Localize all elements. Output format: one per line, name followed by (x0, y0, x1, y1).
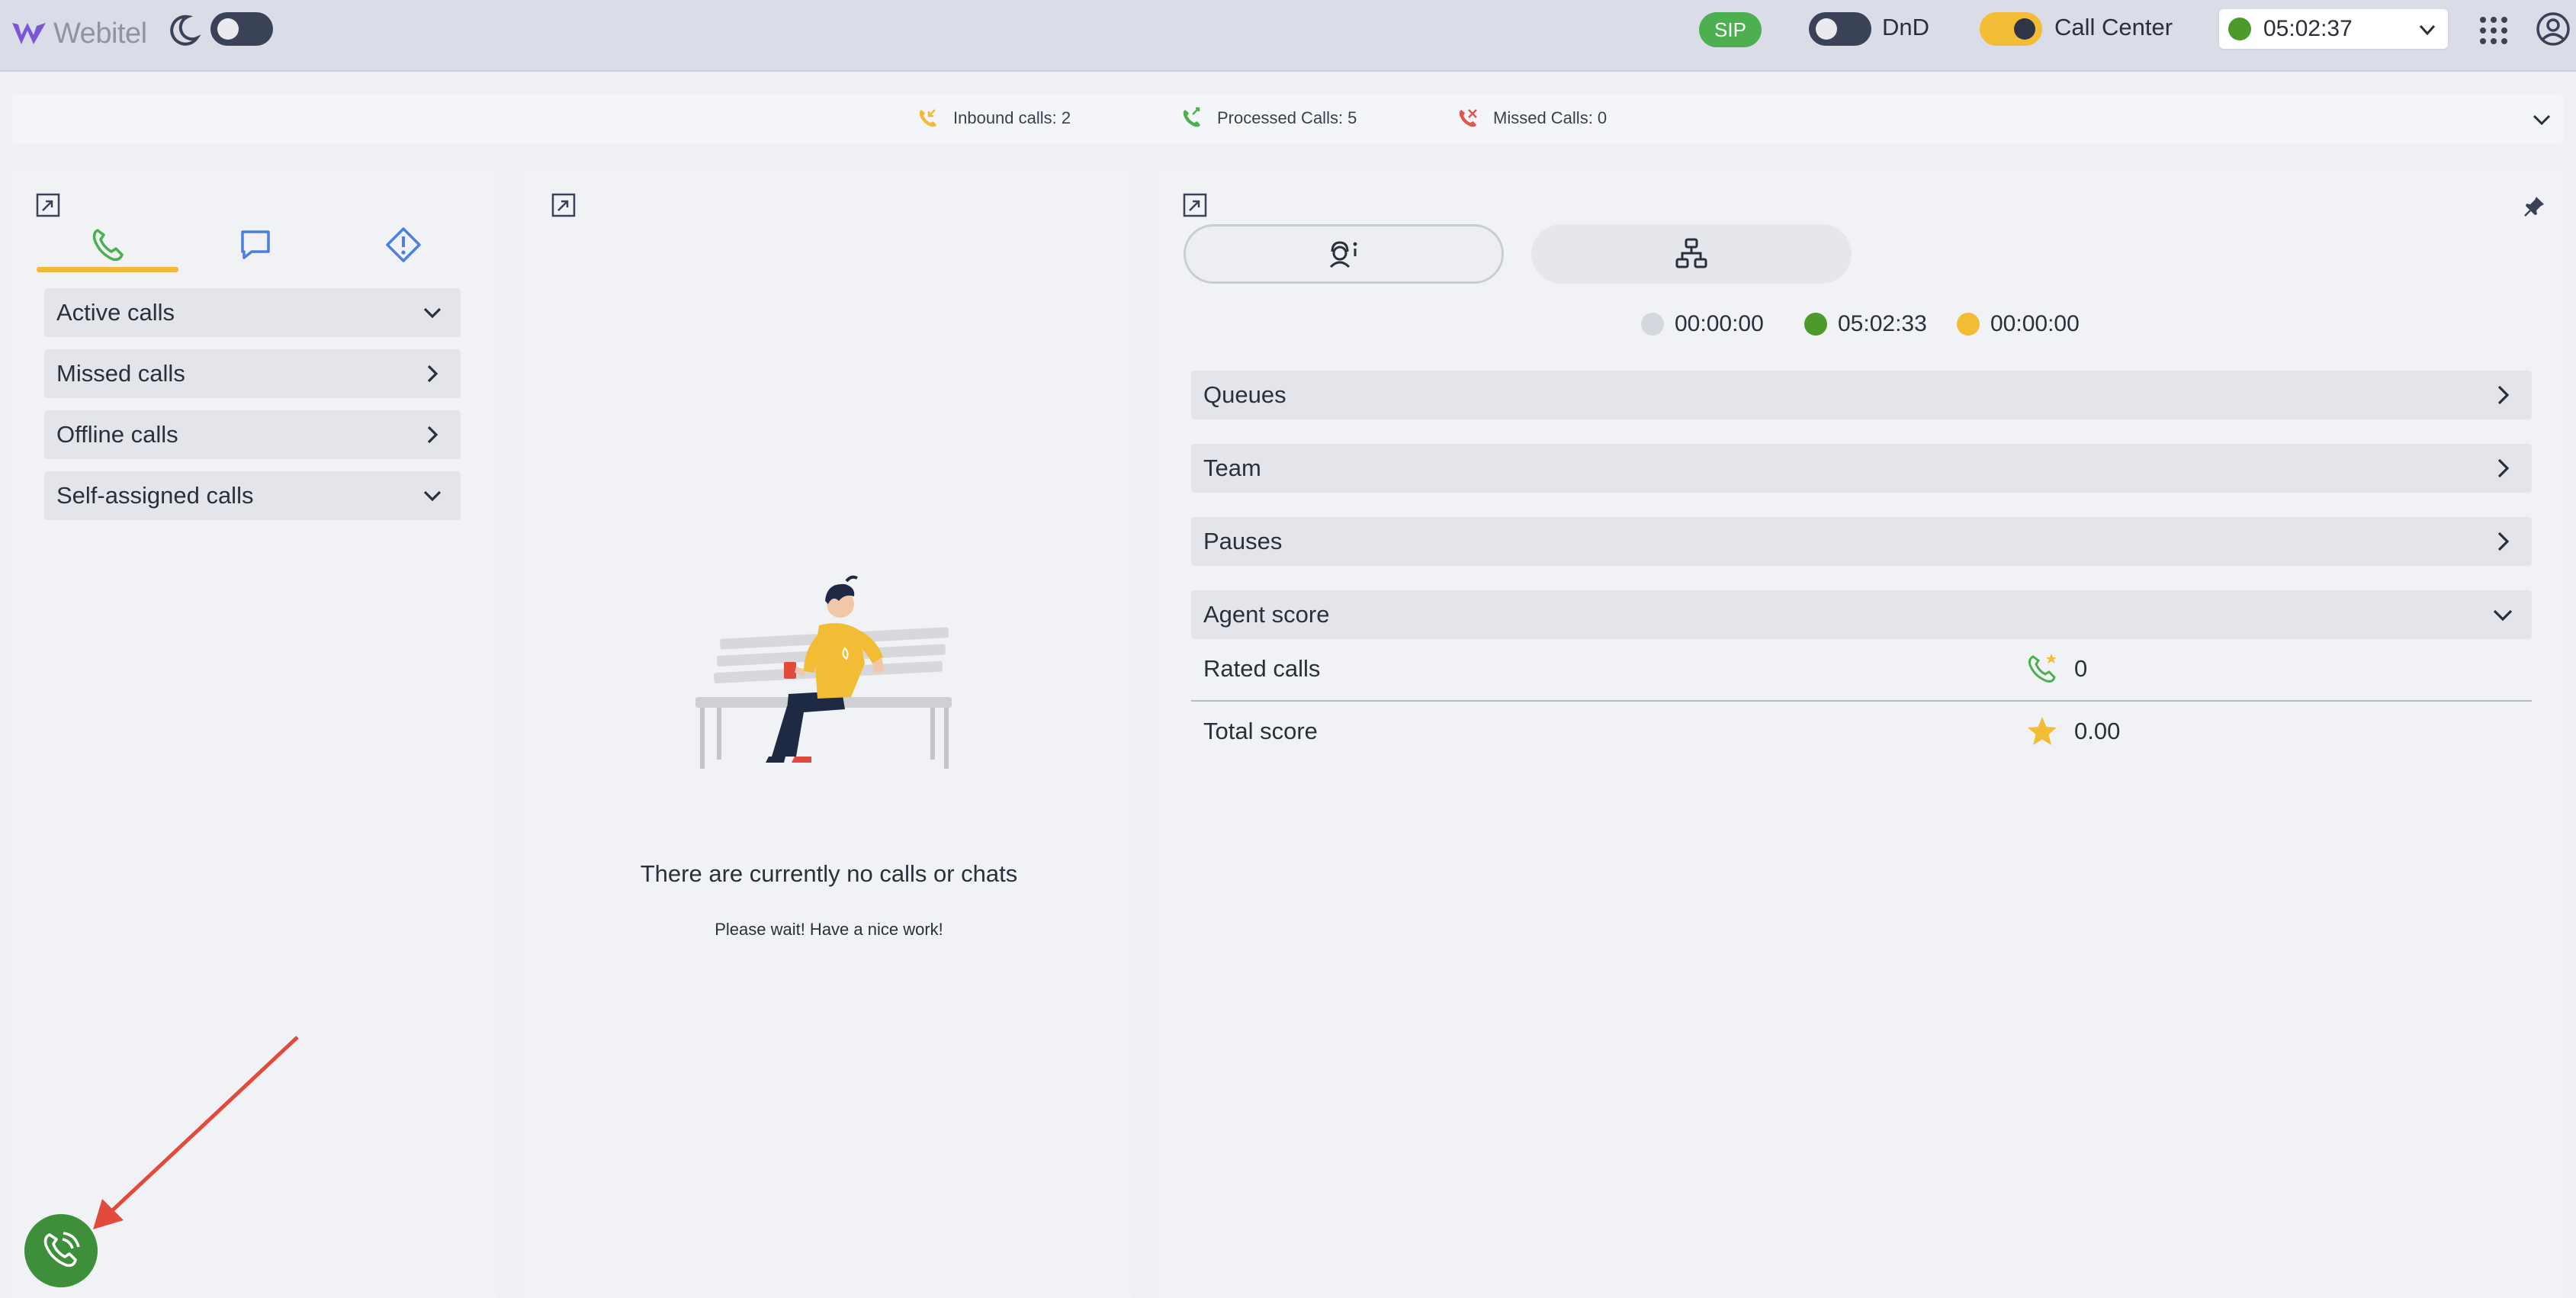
phone-call-icon (43, 1232, 80, 1267)
webitel-logo-icon (12, 23, 46, 44)
chevron-down-icon (2493, 609, 2513, 622)
processed-call-icon (1183, 107, 1200, 127)
hierarchy-icon (1675, 238, 1707, 268)
timer-dot (1804, 313, 1827, 336)
total-score-value: 0.00 (2074, 718, 2121, 744)
offline-calls-item[interactable]: Offline calls (44, 410, 461, 459)
rated-call-icon (2028, 654, 2057, 683)
tab-alerts[interactable] (332, 218, 474, 281)
agent-info-panel: 00:00:00 05:02:33 00:00:00 Queues Team P… (1159, 169, 2564, 1298)
chevron-right-icon (427, 426, 438, 444)
active-calls-item[interactable]: Active calls (44, 288, 461, 337)
missed-calls-text: Missed Calls: 0 (1493, 108, 1608, 127)
inbound-calls-text: Inbound calls: 2 (953, 108, 1071, 127)
rated-calls-row: Rated calls 0 (1191, 639, 2532, 699)
processed-calls-stat: Processed Calls: 5 (1180, 107, 1357, 130)
chevron-down-icon (423, 307, 442, 319)
queue-structure-tab[interactable] (1531, 224, 1852, 284)
item-label: Missed calls (56, 360, 185, 387)
chevron-right-icon (427, 365, 438, 383)
call-stats-bar: Inbound calls: 2 Processed Calls: 5 Miss… (12, 95, 2564, 143)
chevron-right-icon (2497, 532, 2510, 551)
chat-icon (241, 230, 270, 259)
phone-icon (92, 229, 124, 262)
section-label: Team (1203, 455, 1261, 481)
rated-calls-value-group: 0 (2025, 652, 2087, 686)
agent-info-tab[interactable] (1184, 224, 1504, 284)
empty-state-illustration (695, 575, 952, 769)
collapse-panel-icon[interactable] (35, 192, 61, 218)
timer-dot (1641, 313, 1664, 336)
item-label: Self-assigned calls (56, 482, 254, 509)
team-section[interactable]: Team (1191, 444, 2532, 493)
total-score-row: Total score 0.00 (1191, 702, 2532, 761)
top-bar: Webitel SIP DnD Call Center 05:02:37 (0, 0, 2576, 72)
online-timer: 05:02:33 (1804, 311, 1927, 337)
pause-timer: 00:00:00 (1957, 311, 2080, 337)
inbound-calls-stat: Inbound calls: 2 (917, 107, 1071, 130)
chevron-right-icon (2497, 385, 2510, 405)
chevron-right-icon (2497, 458, 2510, 478)
sip-badge: SIP (1699, 12, 1762, 47)
agent-info-icon (1329, 241, 1357, 268)
active-tab-indicator (37, 267, 178, 272)
alert-icon (386, 227, 421, 262)
chevron-down-icon[interactable] (2530, 108, 2553, 131)
new-call-button[interactable] (24, 1214, 98, 1287)
rated-calls-label: Rated calls (1203, 655, 1321, 682)
call-center-toggle[interactable] (1980, 12, 2042, 46)
apps-grid-icon[interactable] (2478, 15, 2509, 46)
empty-state-subtitle: Please wait! Have a nice work! (715, 920, 943, 939)
status-dot (2228, 18, 2251, 40)
timer-dot (1957, 313, 1980, 336)
timer-value: 00:00:00 (1990, 311, 2080, 336)
annotation-arrow (93, 1036, 299, 1229)
timer-value: 00:00:00 (1675, 311, 1764, 336)
call-center-label: Call Center (2054, 14, 2173, 40)
toggle-knob (1816, 18, 1837, 40)
moon-icon (170, 14, 201, 46)
webitel-logo: Webitel (11, 11, 147, 56)
item-label: Offline calls (56, 421, 178, 448)
tab-chats[interactable] (185, 218, 326, 281)
self-assigned-calls-item[interactable]: Self-assigned calls (44, 471, 461, 520)
inbound-call-icon (919, 109, 936, 127)
chevron-down-icon (2419, 24, 2436, 36)
agent-status-select[interactable]: 05:02:37 (2219, 9, 2448, 49)
empty-state-title: There are currently no calls or chats (640, 860, 1018, 887)
toggle-knob (2014, 18, 2035, 40)
pauses-section[interactable]: Pauses (1191, 517, 2532, 566)
processed-calls-text: Processed Calls: 5 (1217, 108, 1357, 127)
total-score-label: Total score (1203, 718, 1318, 744)
theme-toggle[interactable] (210, 12, 273, 46)
rated-calls-value: 0 (2074, 655, 2088, 682)
chevron-down-icon (423, 490, 442, 502)
pin-icon[interactable] (2523, 194, 2547, 218)
missed-calls-stat: Missed Calls: 0 (1457, 107, 1607, 130)
offline-timer: 00:00:00 (1641, 311, 1764, 337)
missed-call-icon (1459, 109, 1477, 127)
total-score-value-group: 0.00 (2025, 715, 2120, 748)
item-label: Active calls (56, 299, 175, 326)
star-icon (2028, 717, 2057, 745)
account-icon[interactable] (2535, 11, 2571, 47)
toggle-knob (217, 18, 239, 40)
logo-text: Webitel (53, 17, 147, 50)
collapse-panel-icon[interactable] (1182, 192, 1208, 218)
section-label: Agent score (1203, 601, 1330, 628)
expand-panel-icon[interactable] (551, 192, 577, 218)
workspace-panel: There are currently no calls or chats Pl… (525, 169, 1133, 1298)
section-label: Queues (1203, 381, 1286, 408)
queues-section[interactable]: Queues (1191, 371, 2532, 419)
timer-value: 05:02:33 (1838, 311, 1927, 336)
status-time: 05:02:37 (2263, 16, 2353, 41)
agent-score-section[interactable]: Agent score (1191, 590, 2532, 639)
section-label: Pauses (1203, 528, 1283, 554)
missed-calls-item[interactable]: Missed calls (44, 349, 461, 398)
dnd-label: DnD (1882, 14, 1930, 40)
dnd-toggle[interactable] (1809, 12, 1871, 46)
